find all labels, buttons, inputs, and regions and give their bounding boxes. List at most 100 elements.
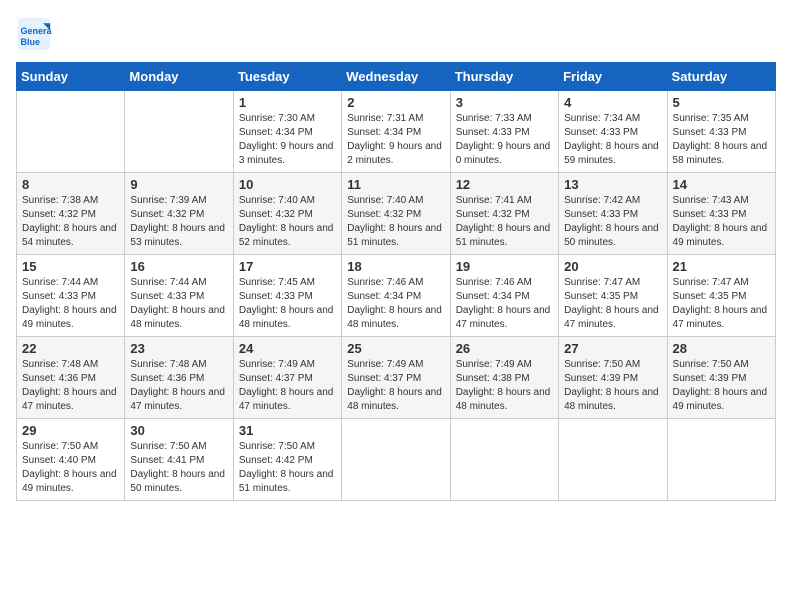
calendar-day-cell: 26 Sunrise: 7:49 AMSunset: 4:38 PMDaylig… xyxy=(450,337,558,419)
calendar-day-cell xyxy=(17,91,125,173)
day-info: Sunrise: 7:47 AMSunset: 4:35 PMDaylight:… xyxy=(673,277,768,330)
day-info: Sunrise: 7:49 AMSunset: 4:37 PMDaylight:… xyxy=(239,359,334,412)
day-info: Sunrise: 7:43 AMSunset: 4:33 PMDaylight:… xyxy=(673,195,768,248)
calendar-day-cell: 29 Sunrise: 7:50 AMSunset: 4:40 PMDaylig… xyxy=(17,419,125,501)
calendar-day-cell: 3 Sunrise: 7:33 AMSunset: 4:33 PMDayligh… xyxy=(450,91,558,173)
day-info: Sunrise: 7:38 AMSunset: 4:32 PMDaylight:… xyxy=(22,195,117,248)
day-number: 8 xyxy=(22,177,119,192)
day-number: 24 xyxy=(239,341,336,356)
page-header: General Blue xyxy=(16,16,776,52)
svg-text:General: General xyxy=(21,26,53,36)
day-of-week-header: Wednesday xyxy=(342,63,450,91)
day-number: 14 xyxy=(673,177,770,192)
day-info: Sunrise: 7:34 AMSunset: 4:33 PMDaylight:… xyxy=(564,113,659,166)
calendar-day-cell: 10 Sunrise: 7:40 AMSunset: 4:32 PMDaylig… xyxy=(233,173,341,255)
calendar-table: SundayMondayTuesdayWednesdayThursdayFrid… xyxy=(16,62,776,501)
day-number: 12 xyxy=(456,177,553,192)
day-number: 13 xyxy=(564,177,661,192)
day-info: Sunrise: 7:30 AMSunset: 4:34 PMDaylight:… xyxy=(239,113,334,166)
day-number: 2 xyxy=(347,95,444,110)
calendar-day-cell: 14 Sunrise: 7:43 AMSunset: 4:33 PMDaylig… xyxy=(667,173,775,255)
calendar-day-cell: 11 Sunrise: 7:40 AMSunset: 4:32 PMDaylig… xyxy=(342,173,450,255)
day-of-week-header: Thursday xyxy=(450,63,558,91)
calendar-day-cell: 28 Sunrise: 7:50 AMSunset: 4:39 PMDaylig… xyxy=(667,337,775,419)
calendar-week-row: 1 Sunrise: 7:30 AMSunset: 4:34 PMDayligh… xyxy=(17,91,776,173)
day-number: 17 xyxy=(239,259,336,274)
calendar-day-cell: 15 Sunrise: 7:44 AMSunset: 4:33 PMDaylig… xyxy=(17,255,125,337)
day-number: 19 xyxy=(456,259,553,274)
day-number: 4 xyxy=(564,95,661,110)
day-number: 29 xyxy=(22,423,119,438)
calendar-week-row: 8 Sunrise: 7:38 AMSunset: 4:32 PMDayligh… xyxy=(17,173,776,255)
day-number: 23 xyxy=(130,341,227,356)
day-number: 9 xyxy=(130,177,227,192)
svg-text:Blue: Blue xyxy=(21,37,41,47)
calendar-day-cell: 16 Sunrise: 7:44 AMSunset: 4:33 PMDaylig… xyxy=(125,255,233,337)
logo: General Blue xyxy=(16,16,56,52)
calendar-day-cell: 30 Sunrise: 7:50 AMSunset: 4:41 PMDaylig… xyxy=(125,419,233,501)
calendar-day-cell: 23 Sunrise: 7:48 AMSunset: 4:36 PMDaylig… xyxy=(125,337,233,419)
calendar-day-cell xyxy=(450,419,558,501)
day-number: 25 xyxy=(347,341,444,356)
calendar-day-cell: 20 Sunrise: 7:47 AMSunset: 4:35 PMDaylig… xyxy=(559,255,667,337)
day-number: 18 xyxy=(347,259,444,274)
day-info: Sunrise: 7:50 AMSunset: 4:42 PMDaylight:… xyxy=(239,441,334,494)
day-info: Sunrise: 7:40 AMSunset: 4:32 PMDaylight:… xyxy=(239,195,334,248)
day-info: Sunrise: 7:48 AMSunset: 4:36 PMDaylight:… xyxy=(130,359,225,412)
calendar-day-cell: 8 Sunrise: 7:38 AMSunset: 4:32 PMDayligh… xyxy=(17,173,125,255)
day-number: 16 xyxy=(130,259,227,274)
day-of-week-header: Friday xyxy=(559,63,667,91)
calendar-day-cell: 5 Sunrise: 7:35 AMSunset: 4:33 PMDayligh… xyxy=(667,91,775,173)
day-info: Sunrise: 7:46 AMSunset: 4:34 PMDaylight:… xyxy=(347,277,442,330)
calendar-day-cell: 19 Sunrise: 7:46 AMSunset: 4:34 PMDaylig… xyxy=(450,255,558,337)
calendar-day-cell: 13 Sunrise: 7:42 AMSunset: 4:33 PMDaylig… xyxy=(559,173,667,255)
calendar-day-cell: 17 Sunrise: 7:45 AMSunset: 4:33 PMDaylig… xyxy=(233,255,341,337)
day-number: 15 xyxy=(22,259,119,274)
day-info: Sunrise: 7:48 AMSunset: 4:36 PMDaylight:… xyxy=(22,359,117,412)
calendar-day-cell xyxy=(125,91,233,173)
day-of-week-header: Saturday xyxy=(667,63,775,91)
day-info: Sunrise: 7:49 AMSunset: 4:37 PMDaylight:… xyxy=(347,359,442,412)
calendar-week-row: 22 Sunrise: 7:48 AMSunset: 4:36 PMDaylig… xyxy=(17,337,776,419)
day-info: Sunrise: 7:40 AMSunset: 4:32 PMDaylight:… xyxy=(347,195,442,248)
day-of-week-header: Sunday xyxy=(17,63,125,91)
day-number: 21 xyxy=(673,259,770,274)
day-info: Sunrise: 7:33 AMSunset: 4:33 PMDaylight:… xyxy=(456,113,551,166)
day-of-week-header: Tuesday xyxy=(233,63,341,91)
calendar-day-cell: 9 Sunrise: 7:39 AMSunset: 4:32 PMDayligh… xyxy=(125,173,233,255)
day-info: Sunrise: 7:44 AMSunset: 4:33 PMDaylight:… xyxy=(130,277,225,330)
calendar-day-cell xyxy=(342,419,450,501)
day-number: 28 xyxy=(673,341,770,356)
day-info: Sunrise: 7:50 AMSunset: 4:39 PMDaylight:… xyxy=(673,359,768,412)
calendar-day-cell: 25 Sunrise: 7:49 AMSunset: 4:37 PMDaylig… xyxy=(342,337,450,419)
day-info: Sunrise: 7:47 AMSunset: 4:35 PMDaylight:… xyxy=(564,277,659,330)
day-of-week-header: Monday xyxy=(125,63,233,91)
day-info: Sunrise: 7:35 AMSunset: 4:33 PMDaylight:… xyxy=(673,113,768,166)
calendar-day-cell: 24 Sunrise: 7:49 AMSunset: 4:37 PMDaylig… xyxy=(233,337,341,419)
day-info: Sunrise: 7:31 AMSunset: 4:34 PMDaylight:… xyxy=(347,113,442,166)
day-number: 30 xyxy=(130,423,227,438)
day-info: Sunrise: 7:45 AMSunset: 4:33 PMDaylight:… xyxy=(239,277,334,330)
day-info: Sunrise: 7:44 AMSunset: 4:33 PMDaylight:… xyxy=(22,277,117,330)
day-number: 1 xyxy=(239,95,336,110)
day-info: Sunrise: 7:50 AMSunset: 4:40 PMDaylight:… xyxy=(22,441,117,494)
day-info: Sunrise: 7:50 AMSunset: 4:39 PMDaylight:… xyxy=(564,359,659,412)
calendar-day-cell: 1 Sunrise: 7:30 AMSunset: 4:34 PMDayligh… xyxy=(233,91,341,173)
calendar-day-cell: 18 Sunrise: 7:46 AMSunset: 4:34 PMDaylig… xyxy=(342,255,450,337)
calendar-day-cell: 27 Sunrise: 7:50 AMSunset: 4:39 PMDaylig… xyxy=(559,337,667,419)
day-info: Sunrise: 7:50 AMSunset: 4:41 PMDaylight:… xyxy=(130,441,225,494)
calendar-day-cell xyxy=(667,419,775,501)
calendar-header-row: SundayMondayTuesdayWednesdayThursdayFrid… xyxy=(17,63,776,91)
logo-icon: General Blue xyxy=(16,16,52,52)
day-number: 10 xyxy=(239,177,336,192)
day-number: 11 xyxy=(347,177,444,192)
day-number: 3 xyxy=(456,95,553,110)
day-info: Sunrise: 7:42 AMSunset: 4:33 PMDaylight:… xyxy=(564,195,659,248)
day-info: Sunrise: 7:41 AMSunset: 4:32 PMDaylight:… xyxy=(456,195,551,248)
day-info: Sunrise: 7:49 AMSunset: 4:38 PMDaylight:… xyxy=(456,359,551,412)
day-number: 5 xyxy=(673,95,770,110)
calendar-day-cell: 31 Sunrise: 7:50 AMSunset: 4:42 PMDaylig… xyxy=(233,419,341,501)
day-number: 26 xyxy=(456,341,553,356)
calendar-day-cell: 21 Sunrise: 7:47 AMSunset: 4:35 PMDaylig… xyxy=(667,255,775,337)
day-number: 31 xyxy=(239,423,336,438)
